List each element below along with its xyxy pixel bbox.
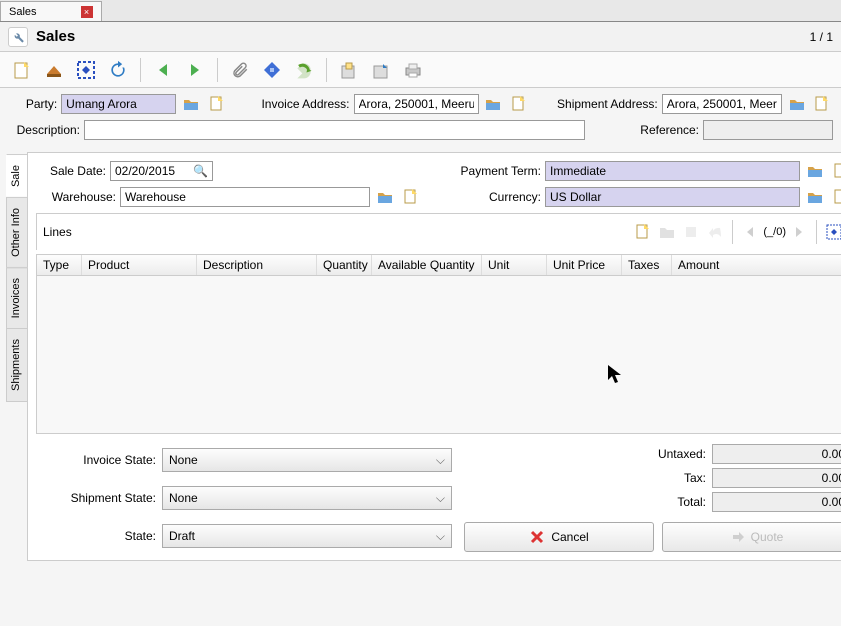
warehouse-label: Warehouse: xyxy=(36,190,116,204)
col-unit[interactable]: Unit xyxy=(482,255,547,275)
description-input[interactable] xyxy=(84,120,585,140)
folder-icon[interactable] xyxy=(483,94,505,114)
chevron-down-icon: ⌵ xyxy=(436,529,445,544)
invoice-state-select[interactable]: None⌵ xyxy=(162,448,452,472)
switch-icon[interactable] xyxy=(72,56,100,84)
next-line-icon xyxy=(788,222,810,242)
shipment-state-label: Shipment State: xyxy=(36,491,156,505)
vtab-other-info[interactable]: Other Info xyxy=(6,197,28,268)
col-quantity[interactable]: Quantity xyxy=(317,255,372,275)
invoice-state-label: Invoice State: xyxy=(36,453,156,467)
description-label: Description: xyxy=(8,123,80,137)
currency-input[interactable] xyxy=(545,187,800,207)
vtab-invoices[interactable]: Invoices xyxy=(6,267,28,329)
lines-pager: (_/0) xyxy=(763,226,786,238)
col-description[interactable]: Description xyxy=(197,255,317,275)
untaxed-value: 0.00 xyxy=(712,444,841,464)
note-icon[interactable] xyxy=(258,56,286,84)
folder-icon[interactable] xyxy=(804,187,826,207)
folder-icon[interactable] xyxy=(180,94,202,114)
cancel-button[interactable]: Cancel xyxy=(464,522,654,552)
action-icon[interactable] xyxy=(290,56,318,84)
col-avail-qty[interactable]: Available Quantity xyxy=(372,255,482,275)
new-record-icon[interactable] xyxy=(830,161,841,181)
new-line-icon[interactable] xyxy=(632,222,654,242)
party-label: Party: xyxy=(8,97,57,111)
cancel-icon xyxy=(529,529,545,545)
invoice-addr-label: Invoice Address: xyxy=(241,97,349,111)
col-type[interactable]: Type xyxy=(37,255,82,275)
party-input[interactable] xyxy=(61,94,176,114)
page-title: Sales xyxy=(36,28,75,45)
new-record-icon[interactable] xyxy=(830,187,841,207)
tax-value: 0.00 xyxy=(712,468,841,488)
window-tab-label: Sales xyxy=(9,6,37,18)
invoice-addr-input[interactable] xyxy=(354,94,479,114)
reference-label: Reference: xyxy=(609,123,699,137)
lines-label: Lines xyxy=(43,225,72,239)
open-line-icon xyxy=(656,222,678,242)
sale-date-input[interactable] xyxy=(111,162,189,180)
relate-icon[interactable] xyxy=(335,56,363,84)
new-icon[interactable] xyxy=(8,56,36,84)
payment-term-input[interactable] xyxy=(545,161,800,181)
page-counter: 1 / 1 xyxy=(810,30,833,44)
prev-icon[interactable] xyxy=(149,56,177,84)
attach-icon[interactable] xyxy=(226,56,254,84)
state-select[interactable]: Draft⌵ xyxy=(162,524,452,548)
total-label: Total: xyxy=(658,495,706,509)
lines-table[interactable]: Type Product Description Quantity Availa… xyxy=(36,254,841,434)
payment-term-label: Payment Term: xyxy=(461,164,541,178)
arrow-right-icon xyxy=(731,530,745,544)
report-icon[interactable] xyxy=(367,56,395,84)
new-record-icon[interactable] xyxy=(400,187,422,207)
folder-icon[interactable] xyxy=(804,161,826,181)
col-taxes[interactable]: Taxes xyxy=(622,255,672,275)
new-record-icon[interactable] xyxy=(508,94,530,114)
shipment-addr-input[interactable] xyxy=(662,94,782,114)
close-icon[interactable]: × xyxy=(81,6,93,18)
total-value: 0.00 xyxy=(712,492,841,512)
shipment-addr-label: Shipment Address: xyxy=(540,97,658,111)
col-unit-price[interactable]: Unit Price xyxy=(547,255,622,275)
sale-date-label: Sale Date: xyxy=(36,164,106,178)
quote-button[interactable]: Quote xyxy=(662,522,841,552)
window-tab[interactable]: Sales × xyxy=(0,1,102,21)
vtab-shipments[interactable]: Shipments xyxy=(6,328,28,402)
prev-line-icon xyxy=(739,222,761,242)
untaxed-label: Untaxed: xyxy=(658,447,706,461)
warehouse-input[interactable] xyxy=(120,187,370,207)
tax-label: Tax: xyxy=(658,471,706,485)
save-icon[interactable] xyxy=(40,56,68,84)
new-record-icon[interactable] xyxy=(206,94,228,114)
wrench-icon[interactable] xyxy=(8,27,28,47)
undo-line-icon xyxy=(704,222,726,242)
col-product[interactable]: Product xyxy=(82,255,197,275)
shipment-state-select[interactable]: None⌵ xyxy=(162,486,452,510)
folder-icon[interactable] xyxy=(786,94,808,114)
print-icon[interactable] xyxy=(399,56,427,84)
main-toolbar xyxy=(0,52,841,88)
chevron-down-icon: ⌵ xyxy=(436,491,445,506)
calendar-icon[interactable]: 🔍 xyxy=(189,164,212,178)
delete-line-icon xyxy=(680,222,702,242)
currency-label: Currency: xyxy=(489,190,541,204)
state-label: State: xyxy=(36,529,156,543)
new-record-icon[interactable] xyxy=(811,94,833,114)
expand-lines-icon[interactable] xyxy=(823,222,841,242)
next-icon[interactable] xyxy=(181,56,209,84)
vtab-sale[interactable]: Sale xyxy=(6,154,28,198)
reload-icon[interactable] xyxy=(104,56,132,84)
reference-input[interactable] xyxy=(703,120,833,140)
col-amount[interactable]: Amount xyxy=(672,255,841,275)
chevron-down-icon: ⌵ xyxy=(436,453,445,468)
folder-icon[interactable] xyxy=(374,187,396,207)
